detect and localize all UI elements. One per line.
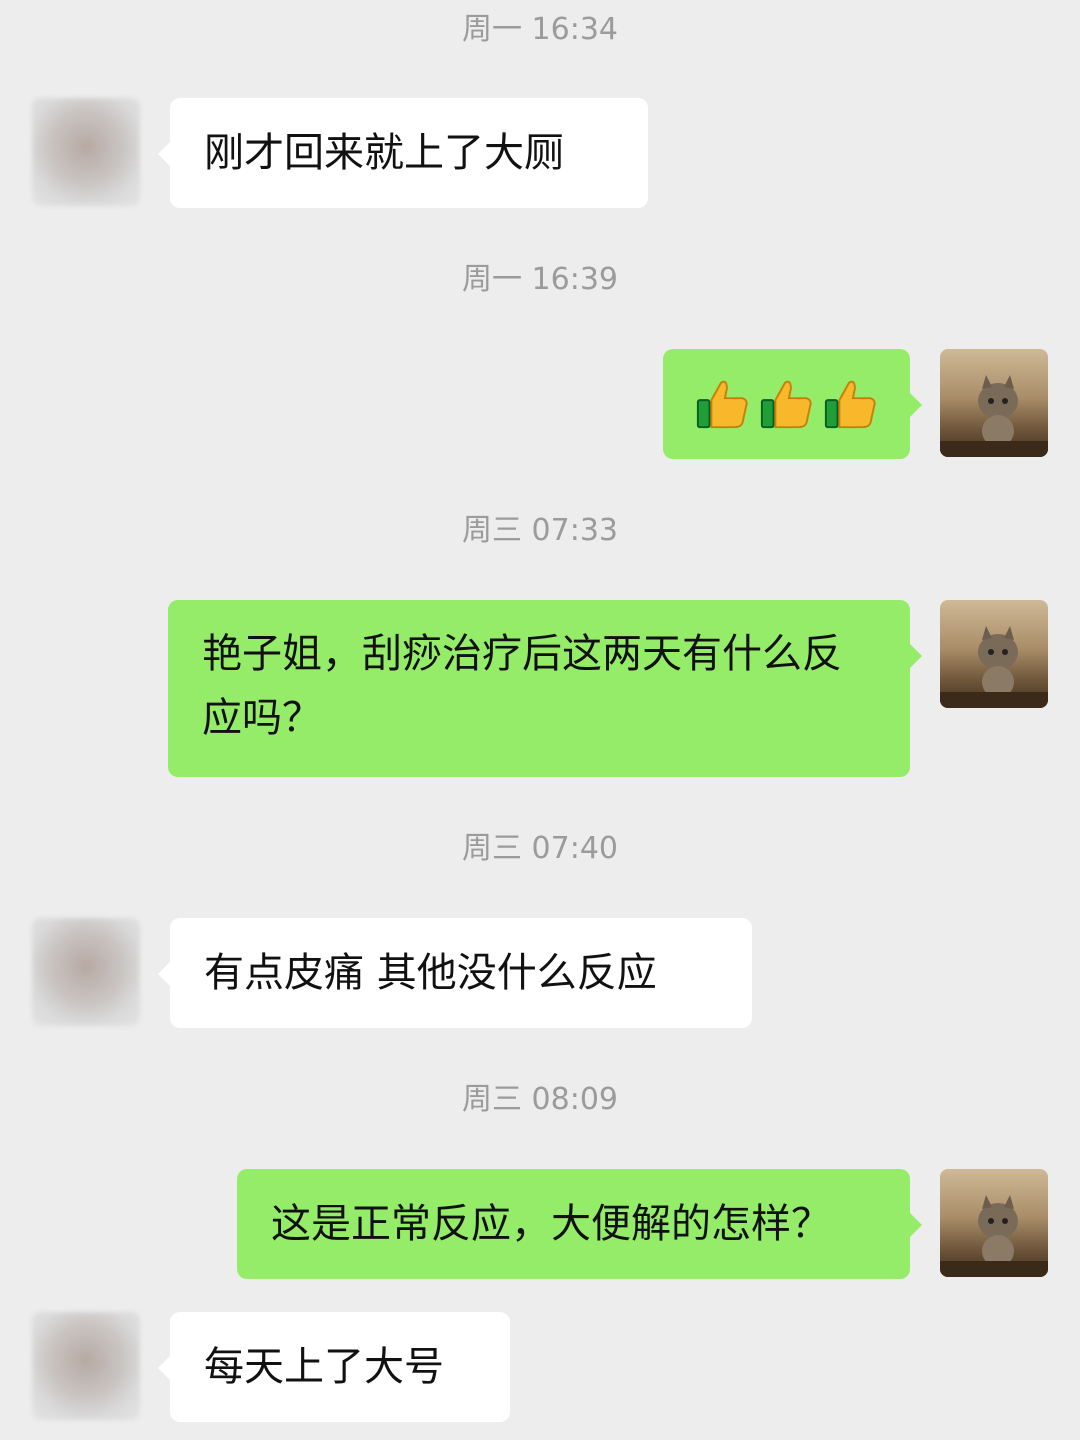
self-avatar[interactable]	[940, 600, 1048, 708]
message-text: 每天上了大号	[204, 1344, 444, 1390]
timestamp: 周一 16:39	[462, 262, 618, 297]
incoming-message[interactable]: 刚才回来就上了大厕	[158, 98, 648, 208]
outgoing-message[interactable]: 艳子姐，刮痧治疗后这两天有什么反应吗？	[168, 600, 922, 777]
self-avatar[interactable]	[940, 349, 1048, 457]
message-text: 这是正常反应，大便解的怎样？	[271, 1201, 831, 1247]
thumbs-up-icon	[696, 380, 748, 429]
message-text: 艳子姐，刮痧治疗后这两天有什么反应吗？	[202, 631, 842, 741]
thumbs-up-icon	[824, 380, 876, 429]
message-text: 有点皮痛 其他没什么反应	[204, 950, 657, 996]
cat-avatar-image	[940, 626, 1048, 708]
thumbs-up-icon	[760, 380, 812, 429]
timestamp: 周一 16:34	[462, 12, 618, 47]
timestamp: 周三 07:33	[462, 513, 618, 548]
outgoing-emoji-message[interactable]	[663, 349, 922, 459]
contact-avatar[interactable]	[32, 918, 140, 1026]
self-avatar[interactable]	[940, 1169, 1048, 1277]
cat-avatar-image	[940, 375, 1048, 457]
timestamp: 周三 08:09	[462, 1082, 618, 1117]
outgoing-message[interactable]: 这是正常反应，大便解的怎样？	[237, 1169, 922, 1279]
contact-avatar[interactable]	[32, 98, 140, 206]
incoming-message[interactable]: 每天上了大号	[158, 1312, 510, 1422]
message-text: 刚才回来就上了大厕	[204, 130, 564, 176]
incoming-message[interactable]: 有点皮痛 其他没什么反应	[158, 918, 752, 1028]
chat-window: 周一 16:34 刚才回来就上了大厕 周一 16:39 周三 07:33 艳子姐…	[0, 0, 1080, 1440]
cat-avatar-image	[940, 1195, 1048, 1277]
contact-avatar[interactable]	[32, 1312, 140, 1420]
timestamp: 周三 07:40	[462, 831, 618, 866]
